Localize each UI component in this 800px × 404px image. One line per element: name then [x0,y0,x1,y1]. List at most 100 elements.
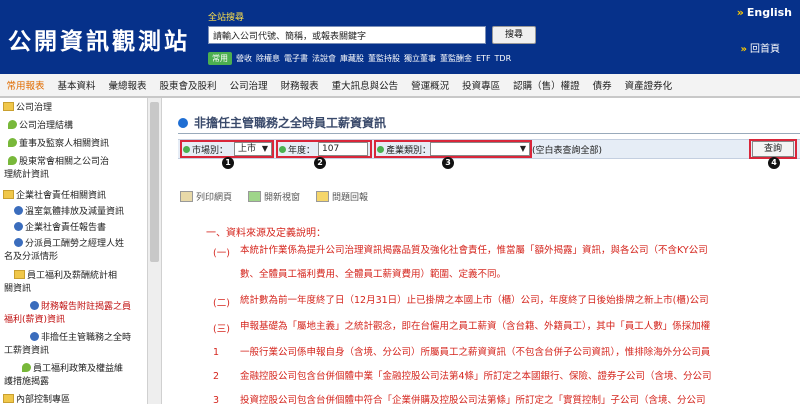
bullet-icon [14,206,23,215]
sidebar-item-label: 董事及監察人相關資訊 [19,139,110,149]
bullet-icon [14,238,23,247]
sidebar-item-label: 非擔任主管職務之全時 [41,333,132,343]
quick-links-badge: 常用 [208,52,232,65]
filter-dot-icon [279,146,286,153]
sidebar-item[interactable]: 分派員工酬勞之經理人姓 [14,238,124,251]
sidebar-item-continuation[interactable]: 關資訊 [4,283,31,296]
section-title: 一、資料來源及定義說明： [206,228,326,239]
nav-item[interactable]: 認購（售）權證 [507,78,587,92]
industry-label: 產業類別： [377,143,431,156]
sidebar-item-continuation[interactable]: 福利(薪資)資訊 [4,314,65,327]
paragraph-number: (三) [213,324,230,335]
query-button[interactable]: 查詢 [752,141,794,157]
scrollbar-thumb[interactable] [150,102,159,262]
quick-link[interactable]: 庫藏股 [340,52,364,65]
sidebar-item[interactable]: 溫室氣體排放及減量資訊 [14,206,124,219]
new-window-icon [248,191,261,202]
nav-item[interactable]: 資產證券化 [618,78,679,92]
nav-item[interactable]: 債券 [586,78,618,92]
search-button[interactable]: 搜尋 [492,26,536,44]
sidebar-item-label: 財務報告附註揭露之員 [41,302,132,312]
site-logo[interactable]: 公開資訊觀測站 [8,22,190,56]
header-bar: 公開資訊觀測站 全站搜尋 搜尋 常用 營收 除權息 電子書 法說會 庫藏股 董監… [0,0,800,74]
nav-item[interactable]: 股東會及股利 [153,78,223,92]
quick-link[interactable]: ETF [476,52,491,65]
paragraph-text: 申報基礎為「屬地主義」之統計觀念，即在台僱用之員工薪資（含台籍、外籍員工），其中… [240,321,711,332]
nav-item[interactable]: 財務報表 [274,78,325,92]
search-label: 全站搜尋 [208,13,245,23]
sidebar-item-corp-governance[interactable]: 公司治理 [3,102,52,115]
home-link[interactable]: » 回首頁 [741,40,780,55]
leaf-icon [8,138,17,147]
quick-link[interactable]: 電子書 [284,52,308,65]
year-label-text: 年度： [288,146,316,156]
bullet-icon [30,301,39,310]
dropdown-arrow-icon: ▼ [519,144,526,153]
marker-4: 4 [768,157,780,169]
sidebar-item-employee-benefits[interactable]: 員工福利及薪酬統計相 [14,270,117,283]
sidebar-item-internal-control[interactable]: 內部控制專區 [3,394,70,404]
sidebar-item-continuation[interactable]: 工薪資資訊 [4,345,49,358]
paragraph-text: 投資控股公司包含台併個體中符合「企業併購及控股公司法第條」所訂定之「實質控制」子… [240,395,706,404]
sidebar-item-label: 公司治理 [16,103,53,113]
sidebar-item-csr[interactable]: 企業社會責任相關資訊 [3,190,106,203]
market-label-text: 市場別： [192,146,229,156]
quick-link[interactable]: 獨立董事 [404,52,436,65]
leaf-icon [8,120,17,129]
nav-item[interactable]: 投資專區 [456,78,507,92]
sidebar-item[interactable]: 公司治理結構 [8,120,73,133]
report-issue-button[interactable]: 問題回報 [316,190,368,203]
nav-item[interactable]: 常用報表 [0,78,51,92]
english-link[interactable]: » English [737,6,792,19]
search-input[interactable] [208,26,486,44]
title-bullet-icon [178,118,188,128]
sidebar-item-label: 企業社會責任報告書 [25,223,107,233]
sidebar-item-label: 內部控制專區 [16,395,71,404]
paragraph-number: (一) [213,248,230,259]
industry-label-text: 產業類別： [386,146,432,156]
new-window-label: 開新視窗 [264,193,301,203]
year-input[interactable]: 107 [318,142,368,156]
paragraph-number: 1 [213,347,220,358]
leaf-icon [22,363,31,372]
new-window-button[interactable]: 開新視窗 [248,190,300,203]
quick-link[interactable]: 董監酬金 [440,52,472,65]
sidebar-item[interactable]: 董事及監察人相關資訊 [8,138,109,151]
quick-link[interactable]: 法說會 [312,52,336,65]
market-select[interactable]: 上市 ▼ [234,142,272,156]
nav-item[interactable]: 公司治理 [223,78,274,92]
sidebar-item-continuation[interactable]: 護措施揭露 [4,376,49,389]
quick-link[interactable]: 除權息 [256,52,280,65]
sidebar-item-label: 股東常會相關之公司治 [19,157,110,167]
paragraph-text: 金融控股公司包含台併個體中業「金融控股公司法第4條」所訂定之本國銀行、保險、證券… [240,371,712,382]
industry-select[interactable]: ▼ [430,142,530,156]
sidebar-item-label: 溫室氣體排放及減量資訊 [25,207,125,217]
print-label: 列印網頁 [196,193,233,203]
sidebar-item-label: 企業社會責任相關資訊 [16,191,107,201]
sidebar-item[interactable]: 財務報告附註揭露之員 [30,301,131,314]
nav-item[interactable]: 重大訊息與公告 [325,78,405,92]
double-chevron-right-icon: » [740,44,747,55]
sidebar-item-continuation[interactable]: 名及分派情形 [4,251,58,264]
nav-item[interactable]: 營運概況 [405,78,456,92]
quick-link[interactable]: 營收 [236,52,252,65]
sidebar: 公司治理 公司治理結構 董事及監察人相關資訊 股東常會相關之公司治 理統計資訊 … [0,98,162,404]
filter-dot-icon [377,146,384,153]
nav-item[interactable]: 基本資料 [51,78,102,92]
sidebar-item-current[interactable]: 非擔任主管職務之全時 [30,332,131,345]
main-nav: 常用報表 基本資料 彙總報表 股東會及股利 公司治理 財務報表 重大訊息與公告 … [0,74,800,98]
quick-link[interactable]: 董監持股 [368,52,400,65]
sidebar-scrollbar[interactable] [147,98,161,404]
paragraph-number: (二) [213,298,230,309]
marker-2: 2 [314,157,326,169]
sidebar-item[interactable]: 股東常會相關之公司治 [8,156,109,169]
sidebar-item-continuation[interactable]: 理統計資訊 [4,169,49,182]
nav-item[interactable]: 彙總報表 [102,78,153,92]
print-button[interactable]: 列印網頁 [180,190,232,203]
sidebar-item[interactable]: 企業社會責任報告書 [14,222,106,235]
paragraph-text: 統計數為前一年度終了日（12月31日）止已掛牌之本國上市（櫃）公司，年度終了日後… [240,295,709,306]
marker-1: 1 [222,157,234,169]
sidebar-item[interactable]: 員工福利政策及權益維 [22,363,123,376]
mail-icon [316,191,329,202]
quick-link[interactable]: TDR [495,52,512,65]
